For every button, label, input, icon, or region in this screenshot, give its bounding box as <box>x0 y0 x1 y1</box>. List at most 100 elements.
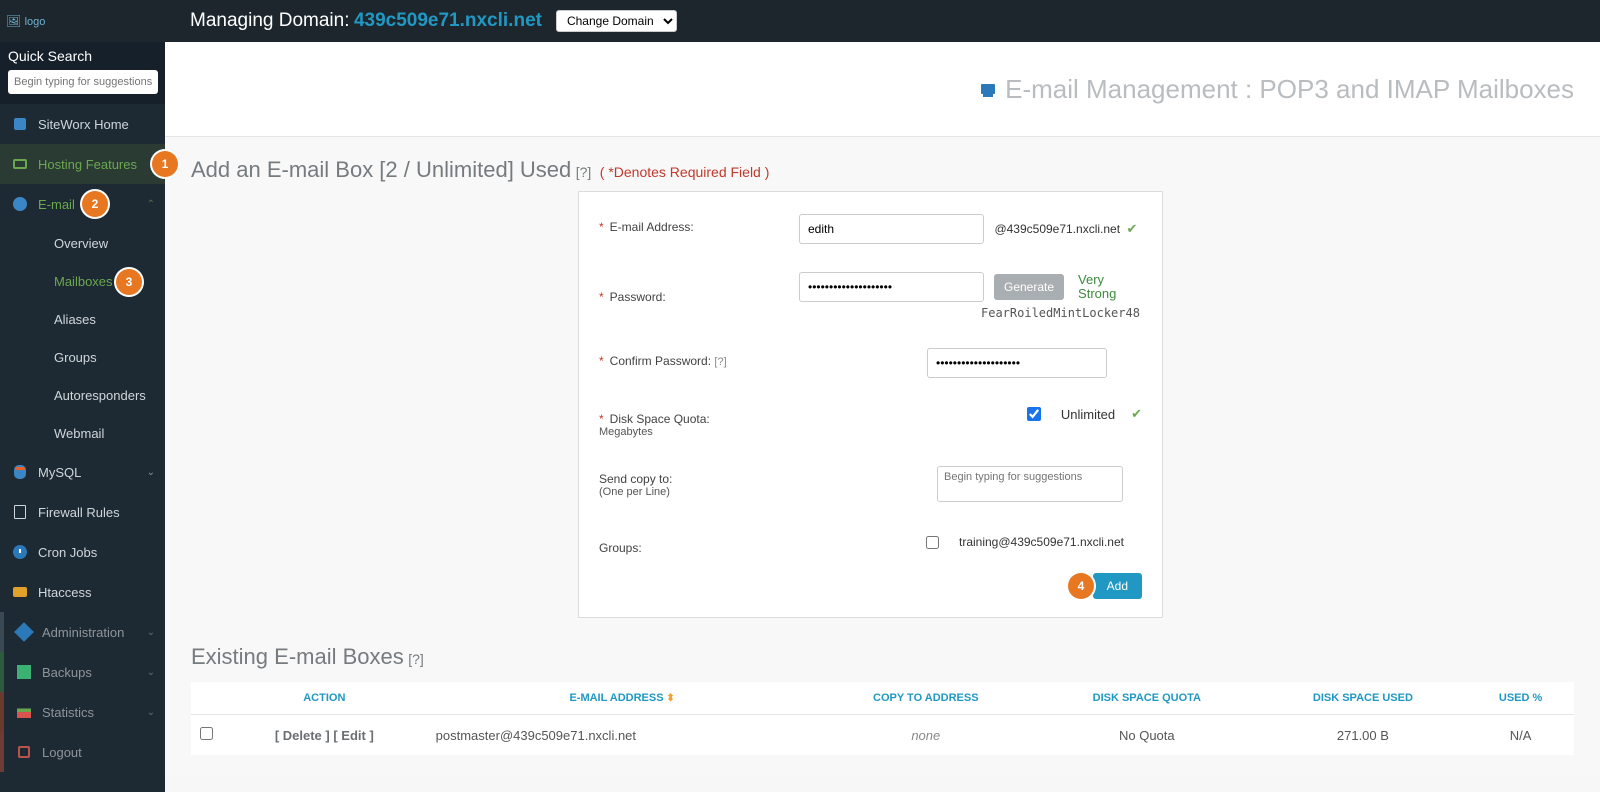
nav-email-overview[interactable]: Overview <box>0 224 165 262</box>
main: E-mail Management : POP3 and IMAP Mailbo… <box>165 42 1600 792</box>
email-label: *E-mail Address: <box>599 214 799 234</box>
mailbox-icon <box>981 84 995 94</box>
nav-administration[interactable]: Administration ⌄ <box>0 612 165 652</box>
col-usedpct[interactable]: Used % <box>1467 682 1574 715</box>
badge-1: 1 <box>152 151 178 177</box>
folder-icon <box>12 584 28 600</box>
row-quota: No Quota <box>1035 715 1259 756</box>
required-note: ( *Denotes Required Field ) <box>600 164 770 180</box>
globe-icon <box>12 196 28 212</box>
nav-email-webmail[interactable]: Webmail <box>0 414 165 452</box>
add-heading: Add an E-mail Box [2 / Unlimited] Used <box>191 157 571 182</box>
badge-3: 3 <box>116 269 142 295</box>
nav-cron[interactable]: Cron Jobs <box>0 532 165 572</box>
current-domain: 439c509e71.nxcli.net <box>354 10 542 32</box>
edit-link[interactable]: [ Edit ] <box>333 728 373 743</box>
unlimited-checkbox[interactable] <box>1027 407 1041 421</box>
nav-email[interactable]: E-mail 2 ⌃ <box>0 184 165 224</box>
groups-label: Groups: <box>599 535 799 555</box>
page-title: E-mail Management : POP3 and IMAP Mailbo… <box>1005 74 1574 105</box>
backup-icon <box>16 664 32 680</box>
row-groups: Groups: training@439c509e71.nxcli.net <box>599 535 1142 555</box>
chevron-down-icon: ⌄ <box>147 707 155 718</box>
managing-label: Managing Domain: <box>190 10 349 32</box>
row-email: *E-mail Address: @439c509e71.nxcli.net ✔ <box>599 214 1142 244</box>
badge-4: 4 <box>1068 573 1094 599</box>
badge-2: 2 <box>82 191 108 217</box>
col-copy[interactable]: Copy To Address <box>817 682 1035 715</box>
delete-link[interactable]: [ Delete ] <box>275 728 330 743</box>
help-link[interactable]: [?] <box>576 164 592 180</box>
tools-icon <box>16 624 32 640</box>
row-confirm-password: *Confirm Password: [?] <box>599 348 1142 378</box>
row-actions: [ Delete ] [ Edit ] <box>221 715 428 756</box>
existing-section: Existing E-mail Boxes [?] Action E-mail … <box>191 644 1574 755</box>
row-used: 271.00 B <box>1259 715 1468 756</box>
col-action[interactable]: Action <box>221 682 428 715</box>
database-icon <box>12 464 28 480</box>
monitor-icon <box>12 156 28 172</box>
password-label: *Password: <box>599 272 799 304</box>
nav-logout[interactable]: Logout <box>0 732 165 772</box>
nav-email-mailboxes[interactable]: Mailboxes 3 <box>0 262 165 300</box>
nav-hosting-features[interactable]: Hosting Features 1 <box>0 144 165 184</box>
nav-email-autoresponders[interactable]: Autoresponders <box>0 376 165 414</box>
nav-statistics[interactable]: Statistics ⌄ <box>0 692 165 732</box>
existing-table: Action E-mail Address Copy To Address Di… <box>191 682 1574 755</box>
group-option-label: training@439c509e71.nxcli.net <box>959 535 1124 549</box>
row-quota: *Disk Space Quota:Megabytes Unlimited ✔ <box>599 406 1142 438</box>
group-checkbox[interactable] <box>926 536 939 549</box>
quick-search-input[interactable] <box>8 70 158 94</box>
check-icon: ✔ <box>1127 221 1138 236</box>
row-usedpct: N/A <box>1467 715 1574 756</box>
note-icon <box>12 504 28 520</box>
row-checkbox[interactable] <box>200 727 213 740</box>
add-button[interactable]: Add <box>1093 573 1142 599</box>
col-email[interactable]: E-mail Address <box>428 682 817 715</box>
nav-firewall[interactable]: Firewall Rules <box>0 492 165 532</box>
sendcopy-textarea[interactable] <box>937 466 1123 502</box>
sidebar: logo Quick Search SiteWorx Home Hosting … <box>0 0 165 792</box>
col-used[interactable]: Disk Space Used <box>1259 682 1468 715</box>
confirm-password-input[interactable] <box>927 348 1107 378</box>
clock-icon <box>12 544 28 560</box>
logo-area: logo <box>0 0 165 42</box>
chevron-down-icon: ⌄ <box>147 667 155 678</box>
topbar: Managing Domain: 439c509e71.nxcli.net Ch… <box>0 0 1600 42</box>
add-mailbox-form: *E-mail Address: @439c509e71.nxcli.net ✔… <box>578 191 1163 618</box>
help-link[interactable]: [?] <box>408 651 424 667</box>
table-row: [ Delete ] [ Edit ] postmaster@439c509e7… <box>191 715 1574 756</box>
row-sendcopy: Send copy to:(One per Line) <box>599 466 1142 507</box>
chevron-down-icon: ⌄ <box>147 467 155 478</box>
password-hint: FearRoiledMintLocker48 <box>981 306 1140 320</box>
sendcopy-label: Send copy to:(One per Line) <box>599 466 799 498</box>
row-email: postmaster@439c509e71.nxcli.net <box>428 715 817 756</box>
form-actions: 4 Add <box>599 573 1142 599</box>
existing-heading: Existing E-mail Boxes <box>191 644 404 669</box>
chevron-down-icon: ⌄ <box>147 627 155 638</box>
generate-button[interactable]: Generate <box>994 274 1064 300</box>
quota-label: *Disk Space Quota:Megabytes <box>599 406 799 438</box>
password-input[interactable] <box>799 272 984 302</box>
row-copy: none <box>911 728 940 743</box>
password-strength: Very Strong <box>1078 273 1132 302</box>
nav-email-groups[interactable]: Groups <box>0 338 165 376</box>
table-header-row: Action E-mail Address Copy To Address Di… <box>191 682 1574 715</box>
quick-search-title: Quick Search <box>8 48 157 64</box>
check-icon: ✔ <box>1131 406 1142 422</box>
nav-siteworx-home[interactable]: SiteWorx Home <box>0 104 165 144</box>
logout-icon <box>16 744 32 760</box>
quick-search: Quick Search <box>0 42 165 104</box>
nav-email-aliases[interactable]: Aliases <box>0 300 165 338</box>
nav-htaccess[interactable]: Htaccess <box>0 572 165 612</box>
col-quota[interactable]: Disk Space Quota <box>1035 682 1259 715</box>
email-input[interactable] <box>799 214 984 244</box>
nav-backups[interactable]: Backups ⌄ <box>0 652 165 692</box>
stats-icon <box>16 704 32 720</box>
page-title-row: E-mail Management : POP3 and IMAP Mailbo… <box>165 42 1600 137</box>
email-domain-suffix: @439c509e71.nxcli.net <box>994 222 1120 236</box>
add-section-header: Add an E-mail Box [2 / Unlimited] Used [… <box>191 157 1574 183</box>
broken-image-icon: logo <box>6 14 45 28</box>
nav-mysql[interactable]: MySQL ⌄ <box>0 452 165 492</box>
change-domain-select[interactable]: Change Domain <box>556 10 677 32</box>
